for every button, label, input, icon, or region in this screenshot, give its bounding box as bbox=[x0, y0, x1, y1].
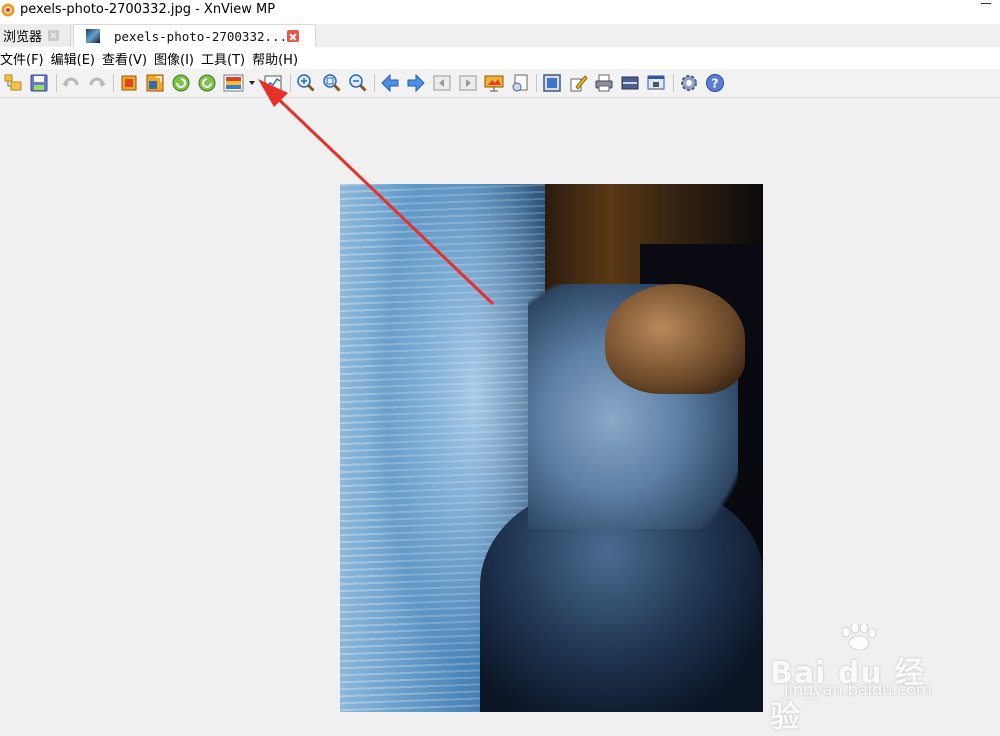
toolbar-separator bbox=[374, 74, 375, 92]
xnview-app-icon bbox=[1, 3, 15, 17]
screenshot-icon[interactable] bbox=[646, 73, 666, 93]
slideshow-icon[interactable] bbox=[484, 73, 504, 93]
settings-icon[interactable] bbox=[679, 73, 699, 93]
rotate-left-icon[interactable] bbox=[171, 73, 191, 93]
toolbar-separator bbox=[536, 74, 537, 92]
svg-text:?: ? bbox=[712, 77, 719, 91]
close-icon[interactable] bbox=[48, 29, 60, 41]
menu-help[interactable]: 帮助(H) bbox=[252, 49, 305, 68]
tab-browser-label: 浏览器 bbox=[3, 29, 43, 45]
menu-tools[interactable]: 工具(T) bbox=[201, 49, 252, 68]
next-icon[interactable] bbox=[406, 73, 426, 93]
help-icon[interactable]: ? bbox=[705, 73, 725, 93]
fullscreen-icon[interactable] bbox=[542, 73, 562, 93]
last-icon[interactable] bbox=[458, 73, 478, 93]
menu-image[interactable]: 图像(I) bbox=[154, 49, 201, 68]
save-icon[interactable] bbox=[29, 73, 49, 93]
displayed-photo bbox=[340, 184, 763, 712]
redo-icon[interactable] bbox=[87, 73, 107, 93]
undo-icon[interactable] bbox=[61, 73, 81, 93]
print-icon[interactable] bbox=[594, 73, 614, 93]
baidu-jingyan-watermark: Bai du 经验 jingyan.baidu.com bbox=[770, 622, 950, 735]
rotate-right-icon[interactable] bbox=[197, 73, 217, 93]
image-thumbnail-icon bbox=[86, 29, 100, 43]
page-icon[interactable] bbox=[510, 73, 530, 93]
zoom-in-icon[interactable] bbox=[296, 73, 316, 93]
tab-photo-label: pexels-photo-2700332... bbox=[114, 28, 288, 44]
resize-icon[interactable] bbox=[145, 73, 165, 93]
previous-icon[interactable] bbox=[380, 73, 400, 93]
menu-view[interactable]: 查看(V) bbox=[102, 49, 154, 68]
tab-bar: 浏览器 pexels-photo-2700332... bbox=[0, 24, 1000, 47]
minimize-button[interactable] bbox=[978, 0, 994, 10]
toolbar-separator bbox=[56, 74, 57, 92]
watermark-url: jingyan.baidu.com bbox=[784, 680, 932, 699]
crop-icon[interactable] bbox=[119, 73, 139, 93]
paw-icon bbox=[841, 624, 877, 650]
zoom-out-icon[interactable] bbox=[348, 73, 368, 93]
edit-icon[interactable] bbox=[568, 73, 588, 93]
close-tab-icon[interactable] bbox=[287, 30, 299, 42]
tab-browser[interactable]: 浏览器 bbox=[0, 24, 71, 46]
menu-file[interactable]: 文件(F) bbox=[0, 49, 51, 68]
tab-photo[interactable]: pexels-photo-2700332... bbox=[73, 24, 316, 47]
first-icon[interactable] bbox=[432, 73, 452, 93]
adjust-dropdown-icon[interactable] bbox=[223, 73, 255, 93]
histogram-icon[interactable] bbox=[263, 73, 283, 93]
scan-icon[interactable] bbox=[620, 73, 640, 93]
toolbar: ? bbox=[0, 69, 1000, 98]
toolbar-separator bbox=[113, 74, 114, 92]
window-title: pexels-photo-2700332.jpg - XnView MP bbox=[20, 2, 276, 17]
title-bar: pexels-photo-2700332.jpg - XnView MP bbox=[0, 0, 1000, 24]
zoom-fit-icon[interactable] bbox=[322, 73, 342, 93]
toolbar-separator bbox=[673, 74, 674, 92]
toolbar-separator bbox=[290, 74, 291, 92]
menu-bar: 文件(F) 编辑(E) 查看(V) 图像(I) 工具(T) 帮助(H) bbox=[0, 47, 1000, 69]
menu-edit[interactable]: 编辑(E) bbox=[51, 49, 102, 68]
browse-icon[interactable] bbox=[3, 73, 23, 93]
